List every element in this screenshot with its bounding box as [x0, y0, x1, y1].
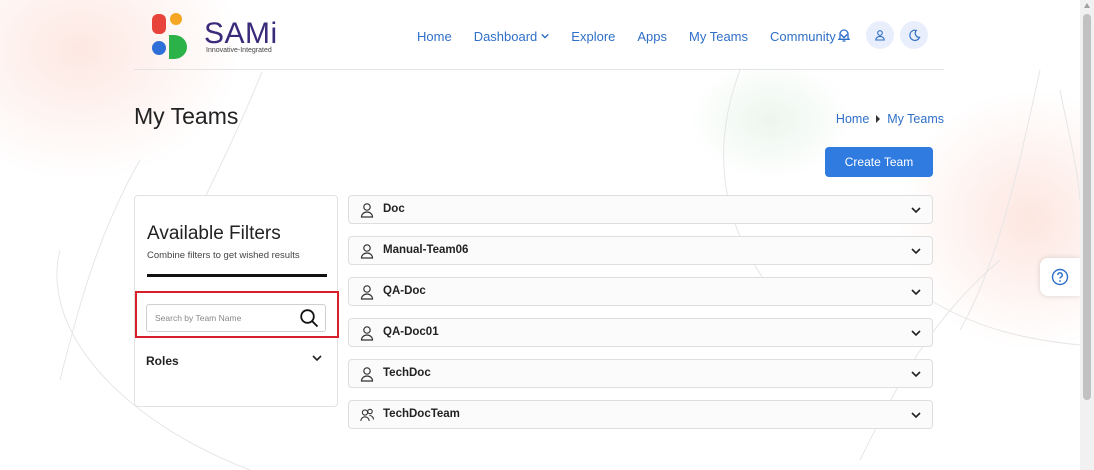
roles-filter-toggle[interactable]: Roles [146, 352, 326, 368]
main-nav: Home Dashboard Explore Apps My Teams Com… [417, 27, 870, 45]
help-button[interactable] [1040, 258, 1080, 296]
theme-toggle-button[interactable] [900, 21, 928, 49]
users-icon [360, 408, 374, 422]
header-divider [134, 69, 944, 70]
user-profile-button[interactable] [866, 21, 894, 49]
nav-item-home[interactable]: Home [417, 29, 452, 44]
roles-label: Roles [146, 354, 179, 368]
nav-item-label: Apps [637, 28, 668, 44]
team-name: Doc [383, 203, 405, 215]
user-icon [875, 30, 885, 41]
filters-subtitle: Combine filters to get wished results [147, 250, 300, 261]
logo-text: SAMi [204, 17, 278, 50]
chevron-down-icon[interactable] [911, 207, 921, 214]
team-search-field [146, 304, 326, 332]
nav-item-explore[interactable]: Explore [571, 29, 615, 44]
team-item-doc[interactable]: Doc [348, 195, 933, 224]
team-name: QA-Doc [383, 285, 426, 297]
team-search-input[interactable] [155, 305, 295, 331]
nav-item-label: Home [417, 28, 452, 44]
scroll-up-arrow-icon[interactable] [1084, 3, 1090, 8]
breadcrumb: Home My Teams [836, 112, 944, 126]
user-icon [360, 244, 374, 259]
team-item-techdoc[interactable]: TechDoc [348, 359, 933, 388]
nav-item-apps[interactable]: Apps [637, 29, 667, 44]
team-item-techdocteam[interactable]: TechDocTeam [348, 400, 933, 429]
moon-icon [908, 29, 921, 41]
breadcrumb-current: My Teams [887, 112, 944, 126]
filters-title: Available Filters [147, 223, 281, 244]
app-logo[interactable]: SAMi Innovative-Integrated [150, 11, 280, 59]
user-icon [360, 367, 374, 382]
team-item-qa-doc01[interactable]: QA-Doc01 [348, 318, 933, 347]
chevron-down-icon[interactable] [911, 371, 921, 378]
scrollbar-thumb[interactable] [1083, 14, 1091, 400]
chevron-down-icon[interactable] [911, 248, 921, 255]
page-scrollbar[interactable] [1080, 0, 1094, 470]
question-icon [1051, 268, 1069, 286]
filters-divider [147, 274, 327, 277]
user-icon [360, 203, 374, 218]
nav-item-label: Dashboard [473, 28, 538, 44]
nav-item-label: Explore [571, 28, 616, 44]
nav-item-my-teams[interactable]: My Teams [689, 29, 748, 44]
bell-icon[interactable] [836, 27, 852, 43]
chevron-down-icon[interactable] [911, 412, 921, 419]
search-icon[interactable] [299, 308, 319, 328]
logo-tagline: Innovative-Integrated [206, 47, 272, 54]
team-item-manual-team06[interactable]: Manual-Team06 [348, 236, 933, 265]
create-team-button[interactable]: Create Team [825, 147, 933, 177]
caret-right-icon [876, 115, 881, 123]
nav-item-dashboard[interactable]: Dashboard [474, 29, 550, 44]
user-icon [360, 326, 374, 341]
logo-mark-icon [152, 13, 187, 59]
team-name: TechDoc [383, 367, 431, 379]
chevron-down-icon[interactable] [911, 289, 921, 296]
breadcrumb-home-link[interactable]: Home [836, 112, 869, 126]
team-item-qa-doc[interactable]: QA-Doc [348, 277, 933, 306]
page-title: My Teams [134, 103, 239, 129]
nav-item-label: My Teams [689, 28, 749, 44]
chevron-down-icon [312, 355, 322, 362]
nav-item-label: Community [770, 28, 836, 44]
team-name: Manual-Team06 [383, 244, 469, 256]
user-icon [360, 285, 374, 300]
chevron-down-icon[interactable] [911, 330, 921, 337]
team-name: QA-Doc01 [383, 326, 439, 338]
chevron-down-icon [541, 33, 550, 39]
team-name: TechDocTeam [383, 408, 460, 420]
